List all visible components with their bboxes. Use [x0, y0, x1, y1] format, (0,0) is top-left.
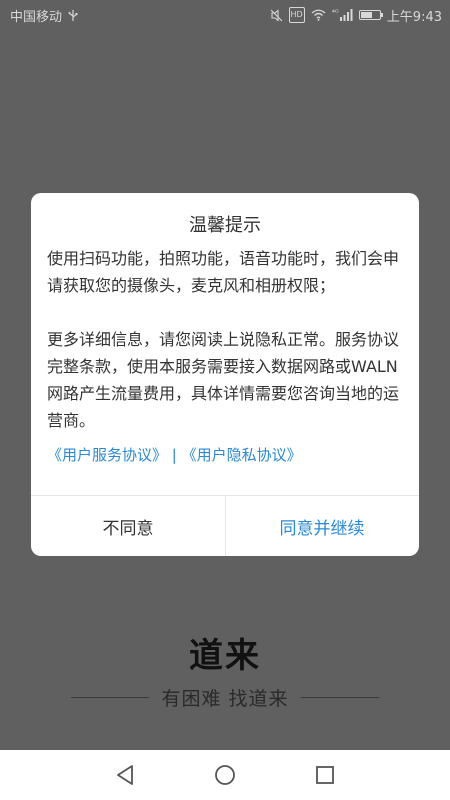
disagree-button[interactable]: 不同意	[31, 496, 225, 556]
status-left: 中国移动	[10, 6, 78, 25]
brand-tagline-row: 有困难 找道来	[0, 684, 450, 711]
app-screen: 中国移动 HD ⁴ᴳ 上午9:43 温馨提示 使用扫码功能，拍照功能，语音功能时…	[0, 0, 450, 800]
tagline-right-line	[300, 697, 379, 698]
privacy-dialog: 温馨提示 使用扫码功能，拍照功能，语音功能时，我们会申请获取您的摄像头，麦克风和…	[31, 193, 419, 556]
signal-icon: ⁴ᴳ	[332, 8, 353, 22]
battery-outline	[358, 10, 383, 20]
agree-continue-button[interactable]: 同意并继续	[225, 496, 419, 556]
back-icon[interactable]	[114, 764, 136, 786]
clock-label: 上午9:43	[386, 9, 442, 25]
agreement-links: 《用户服务协议》 | 《用户隐私协议》	[47, 444, 302, 465]
battery-fill	[360, 12, 372, 18]
service-agreement-link[interactable]: 《用户服务协议》	[47, 446, 167, 464]
link-separator: |	[171, 446, 177, 464]
usb-icon	[68, 8, 78, 22]
mute-icon	[270, 8, 283, 22]
recents-icon[interactable]	[314, 764, 336, 786]
dialog-paragraph-permissions: 使用扫码功能，拍照功能，语音功能时，我们会申请获取您的摄像头，麦克风和相册权限；	[47, 249, 400, 295]
status-bar: 中国移动 HD ⁴ᴳ 上午9:43	[0, 0, 450, 30]
battery-icon	[358, 8, 383, 22]
network-type-label: ⁴ᴳ	[331, 8, 339, 17]
tagline-left-line	[71, 697, 150, 698]
brand-name: 道来	[189, 636, 261, 676]
system-nav-bar	[0, 750, 450, 800]
wifi-icon	[311, 8, 326, 22]
dialog-body: 使用扫码功能，拍照功能，语音功能时，我们会申请获取您的摄像头，麦克风和相册权限；…	[47, 245, 403, 434]
brand-tagline: 有困难 找道来	[161, 688, 289, 710]
privacy-agreement-link[interactable]: 《用户隐私协议》	[182, 446, 302, 464]
status-right: HD ⁴ᴳ 上午9:43	[270, 6, 442, 25]
home-icon[interactable]	[214, 764, 236, 786]
carrier-label: 中国移动	[10, 9, 63, 25]
hd-icon: HD	[288, 7, 305, 23]
dialog-title: 温馨提示	[189, 215, 261, 236]
dialog-paragraph-details: 更多详细信息，请您阅读上说隐私正常。服务协议完整条款，使用本服务需要接入数据网路…	[47, 330, 400, 430]
